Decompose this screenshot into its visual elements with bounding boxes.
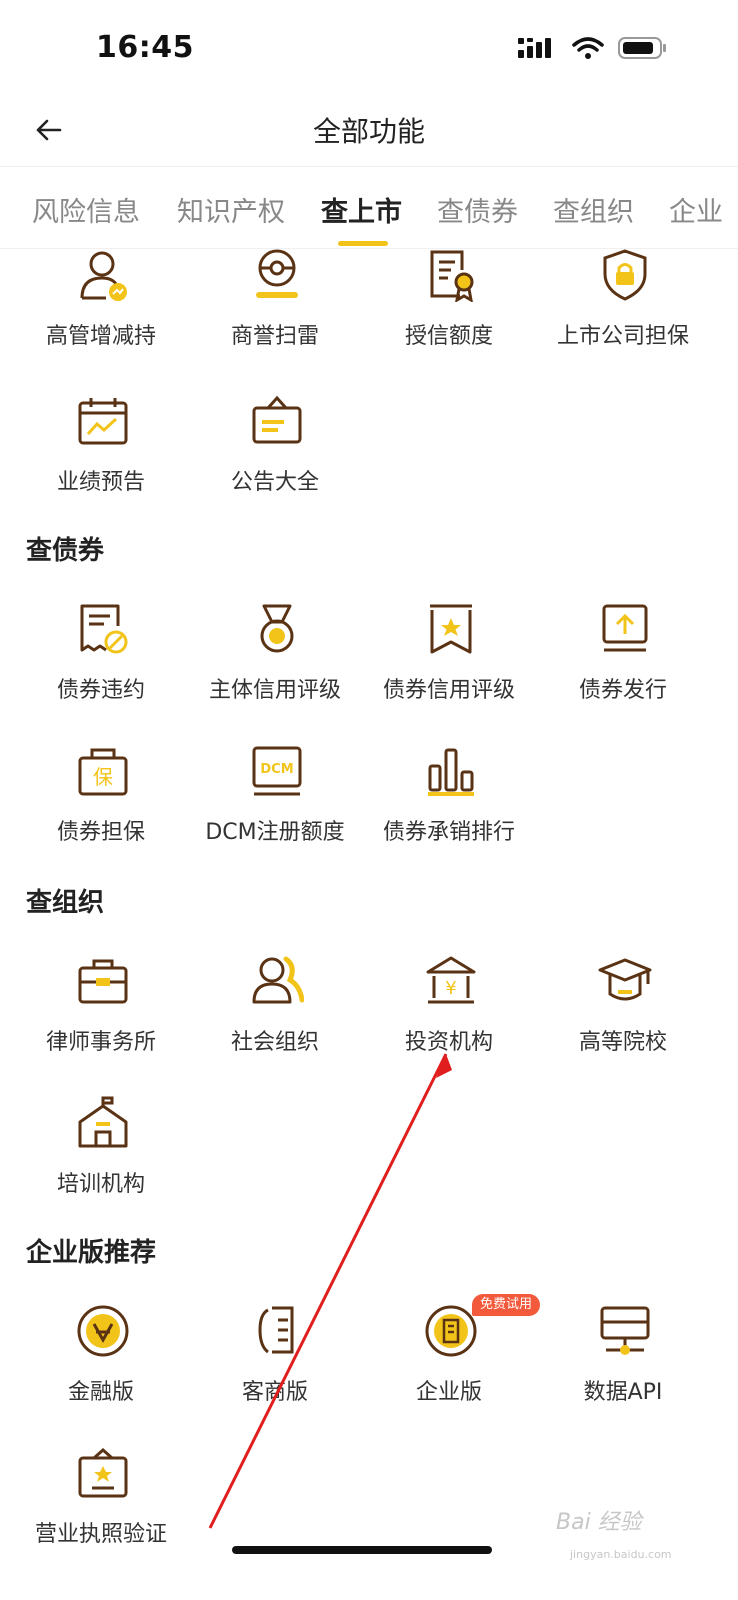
item-label: 企业版 bbox=[415, 1380, 482, 1405]
item-bond-issuance[interactable]: 债券发行 bbox=[534, 602, 712, 732]
item-social-org[interactable]: 社会组织 bbox=[186, 954, 364, 1084]
item-label: 客商版 bbox=[241, 1380, 308, 1405]
item-label: 业绩预告 bbox=[56, 470, 145, 495]
signal-icon bbox=[518, 38, 551, 58]
item-label: 金融版 bbox=[67, 1380, 134, 1405]
svg-text:¥: ¥ bbox=[445, 978, 456, 999]
item-label: 培训机构 bbox=[56, 1172, 145, 1197]
section-title-orgs: 查组织 bbox=[26, 888, 105, 918]
item-label: 社会组织 bbox=[230, 1030, 319, 1055]
tab-enterprise[interactable]: 企业 bbox=[669, 190, 723, 229]
tab-ip[interactable]: 知识产权 bbox=[177, 190, 285, 229]
section-title-bonds: 查债券 bbox=[26, 536, 105, 566]
item-credit-line[interactable]: 授信额度 bbox=[360, 248, 538, 378]
item-label: 上市公司担保 bbox=[556, 324, 689, 349]
item-label: 数据API bbox=[583, 1380, 663, 1405]
function-list: 高管增减持 商誉扫雷 授信额度 上市公司担保 业绩预告 公告大全 查债券 债券违… bbox=[0, 248, 738, 1600]
license-frame-icon bbox=[78, 1447, 128, 1498]
bookmark-star-icon bbox=[430, 604, 472, 654]
item-label: 投资机构 bbox=[404, 1030, 493, 1055]
status-bar: 16:45 bbox=[0, 0, 738, 100]
free-trial-badge: 免费试用 bbox=[472, 1294, 541, 1316]
watermark-logo: Bai 经验 bbox=[556, 1510, 642, 1535]
item-announcements[interactable]: 公告大全 bbox=[186, 394, 364, 524]
category-tabs: 风险信息 知识产权 查上市 查债券 查组织 企业 bbox=[0, 166, 738, 249]
item-license-verify[interactable]: 营业执照验证 bbox=[12, 1446, 190, 1576]
item-label: 营业执照验证 bbox=[34, 1522, 167, 1547]
item-label: 债券信用评级 bbox=[382, 678, 515, 703]
tab-active-indicator bbox=[338, 241, 388, 246]
dcm-monitor-icon: DCM bbox=[252, 746, 302, 796]
item-university[interactable]: 高等院校 bbox=[534, 954, 712, 1084]
item-underwriting-ranking[interactable]: 债券承销排行 bbox=[360, 744, 538, 874]
item-listed-guarantee[interactable]: 上市公司担保 bbox=[534, 248, 712, 378]
item-label: DCM注册额度 bbox=[205, 820, 345, 845]
item-training-institution[interactable]: 培训机构 bbox=[12, 1096, 190, 1226]
wifi-icon bbox=[572, 37, 604, 59]
calendar-chart-icon bbox=[78, 398, 128, 445]
tab-risk-info[interactable]: 风险信息 bbox=[32, 190, 140, 229]
item-dcm-quota[interactable]: DCM DCM注册额度 bbox=[186, 744, 364, 874]
tab-bonds[interactable]: 查债券 bbox=[437, 190, 518, 229]
item-label: 主体信用评级 bbox=[208, 678, 341, 703]
briefcase-icon bbox=[78, 959, 128, 1004]
item-label: 律师事务所 bbox=[45, 1030, 156, 1055]
watermark-url: jingyan.baidu.com bbox=[570, 1548, 672, 1561]
item-bond-guarantee[interactable]: 保 债券担保 bbox=[12, 744, 190, 874]
item-bond-default[interactable]: 债券违约 bbox=[12, 602, 190, 732]
item-label: 授信额度 bbox=[404, 324, 493, 349]
school-building-icon bbox=[78, 1096, 128, 1148]
certificate-icon bbox=[430, 250, 474, 302]
person-chart-icon bbox=[80, 251, 127, 301]
item-goodwill-scan[interactable]: 商誉扫雷 bbox=[186, 248, 364, 378]
item-issuer-rating[interactable]: 主体信用评级 bbox=[186, 602, 364, 732]
monitor-upload-icon bbox=[602, 604, 648, 652]
tab-listed[interactable]: 查上市 bbox=[321, 190, 402, 229]
item-data-api[interactable]: 数据API bbox=[534, 1304, 712, 1434]
people-icon bbox=[252, 956, 304, 1004]
item-label: 债券承销排行 bbox=[382, 820, 515, 845]
notice-board-icon bbox=[252, 395, 302, 444]
item-finance-edition[interactable]: 金融版 bbox=[12, 1304, 190, 1434]
svg-text:保: 保 bbox=[93, 765, 113, 789]
tab-orgs[interactable]: 查组织 bbox=[553, 190, 634, 229]
item-label: 债券发行 bbox=[578, 678, 667, 703]
status-time: 16:45 bbox=[96, 30, 194, 65]
svg-text:DCM: DCM bbox=[260, 762, 293, 777]
item-bond-rating[interactable]: 债券信用评级 bbox=[360, 602, 538, 732]
page-title: 全部功能 bbox=[312, 115, 425, 148]
item-label: 公告大全 bbox=[230, 470, 319, 495]
item-merchant-edition[interactable]: 客商版 bbox=[186, 1304, 364, 1434]
enterprise-badge-icon bbox=[425, 1305, 477, 1357]
item-exec-holding-change[interactable]: 高管增减持 bbox=[12, 248, 190, 378]
shield-doc-icon bbox=[258, 1306, 294, 1354]
item-label: 商誉扫雷 bbox=[230, 324, 319, 349]
item-law-firm[interactable]: 律师事务所 bbox=[12, 954, 190, 1084]
target-scan-icon bbox=[256, 249, 298, 298]
medal-icon bbox=[260, 604, 294, 653]
item-investment-institution[interactable]: ¥ 投资机构 bbox=[360, 954, 538, 1084]
item-earnings-forecast[interactable]: 业绩预告 bbox=[12, 394, 190, 524]
graduation-cap-icon bbox=[598, 958, 652, 1001]
status-icons bbox=[518, 36, 668, 60]
document-ban-icon bbox=[80, 604, 128, 654]
shield-lock-icon bbox=[603, 249, 647, 301]
finance-badge-icon bbox=[77, 1305, 129, 1357]
bar-chart-icon bbox=[428, 748, 474, 796]
item-label: 债券违约 bbox=[56, 678, 145, 703]
section-title-enterprise: 企业版推荐 bbox=[26, 1238, 157, 1268]
battery-icon bbox=[618, 37, 666, 59]
server-icon bbox=[600, 1306, 650, 1355]
bag-guarantee-icon: 保 bbox=[78, 748, 128, 796]
item-label: 高管增减持 bbox=[45, 324, 156, 349]
item-label: 高等院校 bbox=[578, 1030, 667, 1055]
bank-icon: ¥ bbox=[426, 956, 476, 1004]
home-indicator bbox=[232, 1546, 492, 1554]
item-enterprise-edition[interactable]: 企业版 bbox=[360, 1304, 538, 1434]
nav-bar: 全部功能 bbox=[0, 100, 738, 167]
item-label: 债券担保 bbox=[56, 820, 145, 845]
